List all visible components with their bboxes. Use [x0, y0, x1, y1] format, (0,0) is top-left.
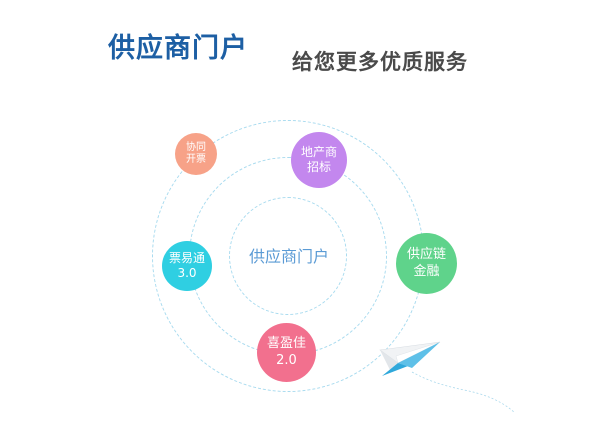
node-xiyingjia[interactable]: 喜盈佳 2.0 — [257, 323, 316, 382]
node-line1: 供应链 — [406, 247, 446, 263]
node-line2: 3.0 — [177, 266, 197, 280]
node-line1: 协同 — [186, 141, 206, 153]
node-piaoyitong[interactable]: 票易通 3.0 — [162, 241, 212, 291]
node-real-estate-bidding[interactable]: 地产商 招标 — [291, 132, 347, 188]
node-cooperative-invoicing[interactable]: 协同 开票 — [175, 133, 217, 175]
node-line2: 招标 — [306, 160, 331, 174]
node-supply-chain-finance[interactable]: 供应链 金融 — [396, 233, 457, 294]
center-label: 供应商门户 — [248, 247, 329, 266]
node-line2: 开票 — [186, 154, 206, 165]
node-line2: 金融 — [413, 263, 440, 279]
node-line1: 喜盈佳 — [266, 336, 306, 352]
page-title: 供应商门户 — [108, 33, 248, 64]
paper-plane-icon — [379, 341, 515, 413]
page-subtitle: 给您更多优质服务 — [292, 49, 468, 74]
node-line1: 地产商 — [300, 145, 337, 159]
node-line1: 票易通 — [168, 251, 205, 265]
node-line2: 2.0 — [276, 352, 297, 368]
